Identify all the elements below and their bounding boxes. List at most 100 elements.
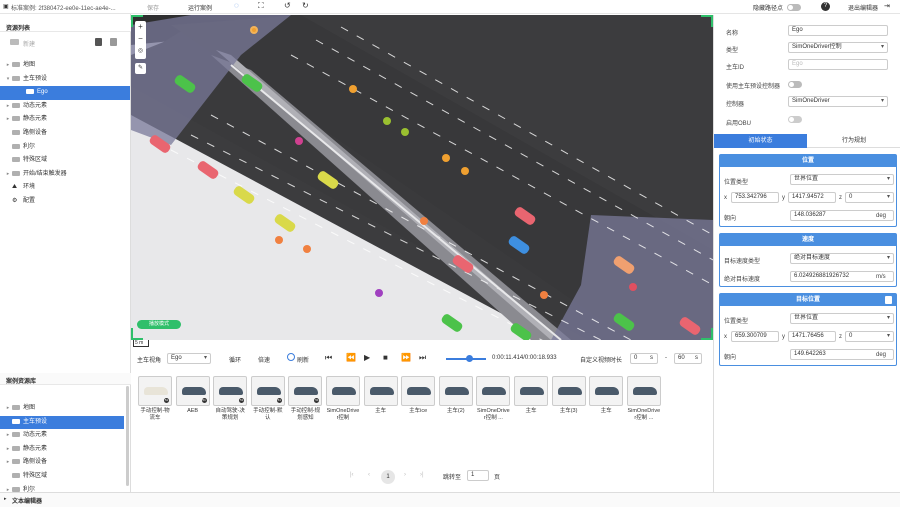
waypoint-marker[interactable] [349, 85, 357, 93]
copy-icon[interactable] [110, 38, 117, 46]
case-card[interactable]: SimOneDriver控制 ... [626, 376, 661, 422]
case-thumbnail[interactable]: 51 [213, 376, 248, 406]
case-card[interactable]: 主车(2) [438, 376, 473, 415]
text-editor-toggle[interactable]: 文本编辑器 [12, 496, 42, 505]
case-card[interactable]: 51 AEB [175, 376, 210, 415]
case-tree-item[interactable]: ▸ 路侧设备 [0, 456, 124, 470]
trash-icon[interactable] [95, 38, 102, 46]
waypoint-marker[interactable] [461, 167, 469, 175]
tree-arrow-icon[interactable]: ▸ [4, 402, 12, 416]
case-thumbnail[interactable] [551, 376, 586, 406]
case-thumbnail[interactable] [438, 376, 473, 406]
loop-button[interactable]: 循环 [229, 355, 241, 364]
duration-from-input[interactable]: 0 [630, 353, 658, 364]
next-page-button[interactable]: › [404, 472, 406, 478]
waypoint-marker[interactable] [420, 217, 428, 225]
case-thumbnail[interactable] [589, 376, 624, 406]
case-card[interactable]: 51 自动驾驶-决策规划 [213, 376, 248, 422]
jump-input[interactable]: 1 [467, 470, 489, 481]
trash-icon[interactable] [885, 296, 892, 304]
measure-icon[interactable]: ✎ [135, 63, 146, 74]
tree-arrow-icon[interactable]: ▸ [4, 168, 12, 182]
tree-item[interactable]: 利尔 [0, 141, 130, 155]
exit-icon[interactable]: ⇥ [884, 2, 890, 10]
case-tree-item[interactable]: ▸ 动态元素 [0, 429, 124, 443]
spinner-icon[interactable]: ◌ [234, 1, 239, 10]
case-thumbnail[interactable]: 51 [138, 376, 172, 406]
case-card[interactable]: 主车ice [401, 376, 436, 415]
case-tree-item[interactable]: 主车预设 [0, 415, 124, 430]
refresh-button[interactable]: 刷新 [297, 355, 309, 364]
speed-type-select[interactable]: 绝对目标速度 [790, 253, 894, 264]
tree-arrow-icon[interactable]: ▸ [4, 100, 12, 114]
tree-item[interactable]: 路侧设备 [0, 127, 130, 141]
tab-behavior-plan[interactable]: 行为规划 [807, 134, 900, 148]
tree-arrow-icon[interactable]: ▸ [4, 443, 12, 457]
tree-item[interactable]: 特殊区域 [0, 154, 130, 168]
case-tree-item[interactable]: ▸ 地图 [0, 402, 124, 416]
waypoint-marker[interactable] [250, 26, 258, 34]
tree-arrow-icon[interactable]: ▸ [4, 456, 12, 470]
tree-item[interactable]: ▸ 动态元素 [0, 100, 130, 114]
case-card[interactable]: 主车 [363, 376, 398, 415]
obu-toggle[interactable] [788, 116, 802, 123]
expand-icon[interactable]: ▸ [4, 496, 7, 502]
zoom-in-icon[interactable]: + [135, 21, 146, 33]
goal-type-select[interactable]: 世界位置 [790, 313, 894, 324]
fast-forward-icon[interactable]: ⏭ [419, 353, 426, 363]
case-card[interactable]: 51 手动控制-物流车 [138, 376, 172, 422]
pedestrian-marker[interactable] [295, 137, 303, 145]
tree-item[interactable]: ▸ 地图 [0, 59, 130, 73]
case-card[interactable]: SimOneDriver控制 [326, 376, 360, 422]
tab-initial-state[interactable]: 初始状态 [714, 134, 807, 148]
gy-input[interactable]: 1471.76456 [788, 331, 836, 342]
case-thumbnail[interactable]: 51 [250, 376, 285, 406]
prev-page-button[interactable]: ‹ [368, 472, 370, 478]
pos-type-select[interactable]: 世界位置 [790, 174, 894, 185]
refresh-icon[interactable] [287, 353, 295, 361]
waypoint-marker[interactable] [303, 245, 311, 253]
view-select[interactable]: Ego [167, 353, 211, 364]
compass-icon[interactable]: ◎ [135, 45, 146, 57]
tree-item[interactable]: Ego [0, 86, 130, 100]
tree-item[interactable]: ▸ 开始/结束触发器 [0, 168, 130, 182]
tree-item[interactable]: ⛰ 环境 [0, 181, 130, 195]
case-card[interactable]: 主车 [514, 376, 548, 415]
folder-add-icon[interactable] [10, 39, 19, 45]
stop-icon[interactable]: ■ [383, 353, 388, 362]
controller-select[interactable]: SimOneDriver [788, 96, 888, 107]
step-forward-icon[interactable]: ⏩ [401, 353, 411, 362]
case-thumbnail[interactable] [326, 376, 360, 406]
waypoint-marker[interactable] [275, 236, 283, 244]
tree-arrow-icon[interactable]: ▸ [4, 429, 12, 443]
tree-arrow-icon[interactable]: ▾ [4, 73, 12, 87]
map-canvas[interactable]: + − ◎ ✎ 播放模式 [131, 15, 713, 340]
id-input[interactable]: Ego [788, 59, 888, 70]
rewind-icon[interactable]: ⏮ [325, 353, 332, 363]
tree-item[interactable]: ▾ 主车预设 [0, 73, 130, 87]
pedestrian-marker[interactable] [375, 289, 383, 297]
help-icon[interactable]: ? [821, 2, 830, 11]
waypoint-marker[interactable] [401, 128, 409, 136]
case-card[interactable]: SimOneDriver控制 ... [476, 376, 511, 422]
use-preset-toggle[interactable] [788, 81, 802, 88]
last-page-button[interactable]: ›| [420, 472, 424, 478]
case-card[interactable]: 51 手动控制-默认 [250, 376, 285, 422]
case-card[interactable]: 51 手动控制-规划感知 [288, 376, 323, 422]
screenshot-icon[interactable]: ⛶ [258, 1, 264, 11]
case-card[interactable]: 主车 [589, 376, 624, 415]
waypoint-marker[interactable] [442, 154, 450, 162]
z-input[interactable]: 0 [845, 192, 894, 203]
tree-item[interactable]: ▸ 静态元素 [0, 113, 130, 127]
waypoint-marker[interactable] [540, 291, 548, 299]
page-number[interactable]: 1 [381, 470, 395, 484]
hide-path-toggle[interactable] [787, 4, 801, 11]
tree-item[interactable]: ⚙ 配置 [0, 195, 130, 209]
first-page-button[interactable]: |‹ [350, 472, 354, 478]
name-input[interactable]: Ego [788, 25, 888, 36]
case-thumbnail[interactable]: 51 [175, 376, 210, 406]
progress-handle[interactable] [466, 355, 473, 362]
case-thumbnail[interactable] [401, 376, 436, 406]
y-input[interactable]: 1417.94572 [788, 192, 836, 203]
case-tree-item[interactable]: ▸ 静态元素 [0, 443, 124, 457]
